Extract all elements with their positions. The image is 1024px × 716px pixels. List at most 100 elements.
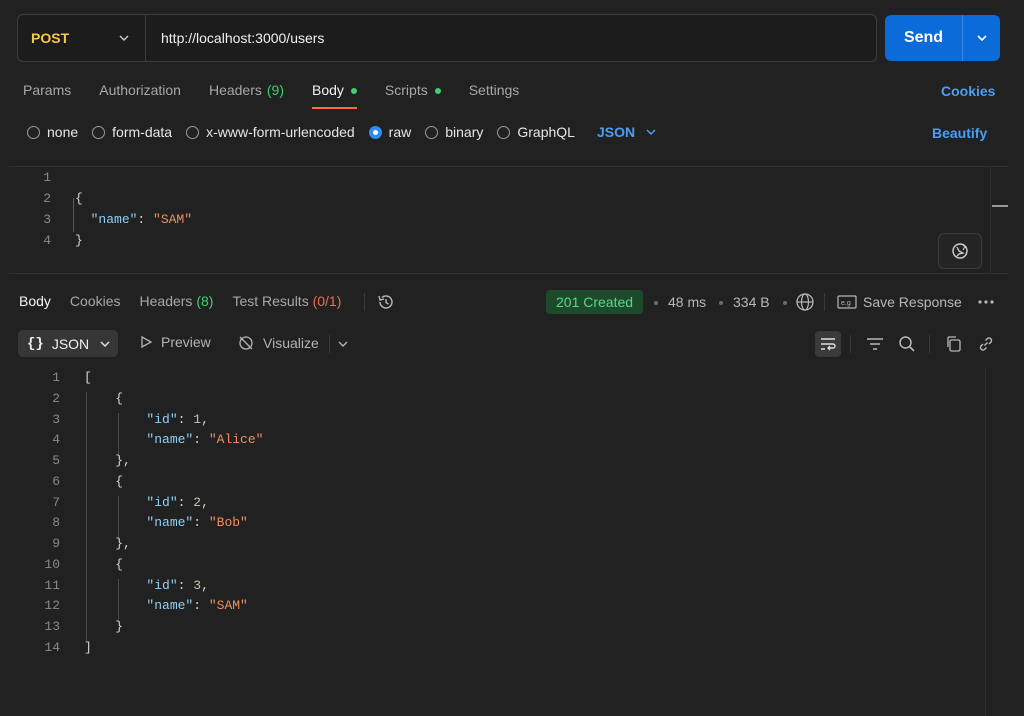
editor-scrollbar[interactable] — [990, 166, 991, 274]
beautify-button[interactable]: Beautify — [932, 125, 987, 141]
line-number: 3 — [43, 212, 51, 227]
json-punctuation: { — [75, 191, 83, 206]
code-line: 12 "name": "SAM" — [0, 595, 248, 616]
radio-form-data[interactable]: form-data — [92, 124, 172, 140]
divider — [850, 335, 851, 353]
code-line: 1[ — [0, 367, 92, 388]
json-string: "Alice" — [208, 432, 264, 448]
globe-icon[interactable] — [795, 292, 815, 312]
history-icon[interactable] — [376, 293, 396, 311]
indent-guide — [118, 578, 119, 620]
line-number: 9 — [52, 536, 60, 551]
line-number: 7 — [52, 494, 60, 510]
radio-label: none — [47, 124, 79, 140]
line-number: 8 — [52, 515, 60, 531]
json-key: "id" — [146, 411, 178, 427]
link-button[interactable] — [973, 331, 999, 357]
code-line: 1 — [9, 167, 75, 188]
response-tab-test-results[interactable]: Test Results (0/1) — [232, 293, 341, 309]
scrollbar-thumb[interactable] — [992, 205, 1008, 207]
radio-circle-icon[interactable] — [497, 125, 511, 139]
chevron-down-icon — [119, 35, 129, 42]
url-input[interactable] — [146, 15, 876, 61]
json-key: "name" — [146, 598, 194, 614]
tab-label: Params — [23, 82, 72, 98]
tab-authorization[interactable]: Authorization — [99, 82, 181, 108]
more-options-icon[interactable] — [977, 297, 995, 307]
radio-circle-icon[interactable] — [27, 125, 40, 139]
tab-label: Headers — [208, 82, 262, 98]
json-punctuation: : — [193, 598, 209, 614]
response-time[interactable]: 48 ms — [668, 294, 706, 310]
json-key: "id" — [146, 577, 178, 593]
visualize-button[interactable]: Visualize — [237, 334, 319, 352]
tab-params[interactable]: Params — [23, 82, 71, 108]
tab-label: Body — [19, 293, 51, 309]
code-text: } — [84, 619, 123, 634]
line-number: 4 — [52, 432, 60, 448]
json-punctuation: } — [84, 619, 124, 634]
save-response-button[interactable]: Save Response — [863, 294, 962, 310]
radio-circle-icon[interactable] — [368, 125, 382, 139]
json-punctuation: ] — [84, 639, 92, 655]
response-tab-headers[interactable]: Headers (8) — [140, 293, 214, 309]
cookies-link[interactable]: Cookies — [941, 83, 995, 99]
radio-none[interactable]: none — [27, 124, 78, 140]
json-punctuation: : — [193, 432, 209, 448]
json-number: 1 — [193, 411, 202, 427]
send-label[interactable]: Send — [885, 15, 963, 61]
send-button[interactable]: Send — [885, 15, 1000, 61]
radio-graphql[interactable]: GraphQL — [497, 124, 575, 140]
preview-button[interactable]: Preview — [139, 334, 211, 350]
copy-button[interactable] — [941, 331, 967, 357]
radio-binary[interactable]: binary — [425, 124, 483, 140]
tab-headers[interactable]: Headers (9) — [209, 82, 284, 108]
radio-raw[interactable]: raw — [368, 124, 411, 140]
tab-scripts[interactable]: Scripts — [385, 82, 441, 108]
code-text: "name": "Alice" — [84, 432, 263, 447]
raw-language-select[interactable]: JSON — [597, 124, 657, 140]
json-string: "SAM" — [208, 598, 248, 614]
line-number: 3 — [52, 411, 60, 427]
filter-button[interactable] — [862, 331, 888, 357]
radio-x-www-form-urlencoded[interactable]: x-www-form-urlencoded — [186, 124, 355, 140]
response-format-select[interactable]: {} JSON — [18, 330, 118, 357]
line-number: 10 — [44, 556, 60, 572]
method-select[interactable]: POST — [18, 15, 146, 61]
response-tab-body[interactable]: Body — [19, 293, 51, 309]
link-icon — [979, 337, 993, 351]
wrap-lines-button[interactable] — [815, 331, 841, 357]
json-punctuation — [84, 515, 146, 530]
request-body-editor[interactable]: 1 2{3 "name": "SAM" 4} — [9, 166, 1009, 274]
status-badge[interactable]: 201 Created — [546, 290, 644, 314]
tab-settings[interactable]: Settings — [469, 82, 520, 108]
radio-circle-icon[interactable] — [186, 125, 200, 139]
json-punctuation: : — [137, 212, 154, 227]
method-label: POST — [31, 30, 70, 46]
radio-label: GraphQL — [517, 124, 575, 140]
json-punctuation: { — [84, 556, 124, 572]
request-tabs: Params Authorization Headers (9) Body Scripts… — [23, 82, 547, 109]
code-text: "id": 2, — [84, 495, 208, 510]
tab-body[interactable]: Body — [312, 82, 357, 109]
code-line: 7 "id": 2, — [0, 492, 209, 513]
search-button[interactable] — [894, 331, 920, 357]
response-body-viewer[interactable]: 1[2 {3 "id": 1, 4 "name": "Alice" 5 }, 6 {7… — [0, 367, 985, 716]
response-size[interactable]: 334 B — [733, 294, 770, 310]
code-line: 11 "id": 3, — [0, 575, 208, 596]
radio-circle-icon[interactable] — [92, 125, 106, 139]
chevron-down-icon[interactable] — [337, 338, 349, 350]
response-scrollbar[interactable] — [985, 367, 986, 716]
code-text: "id": 3, — [84, 577, 208, 593]
search-icon — [899, 336, 915, 352]
send-options-dropdown[interactable] — [963, 15, 1000, 61]
tab-label: Cookies — [69, 293, 121, 309]
response-tab-cookies[interactable]: Cookies — [70, 293, 121, 309]
json-string: "SAM" — [153, 212, 193, 227]
line-number: 2 — [52, 390, 60, 406]
json-punctuation — [84, 598, 146, 613]
response-tabs: Body Cookies Headers (8) Test Results (0/1) — [19, 293, 360, 309]
ai-assist-button[interactable] — [938, 233, 982, 269]
divider — [364, 293, 365, 311]
radio-circle-icon[interactable] — [425, 125, 439, 139]
